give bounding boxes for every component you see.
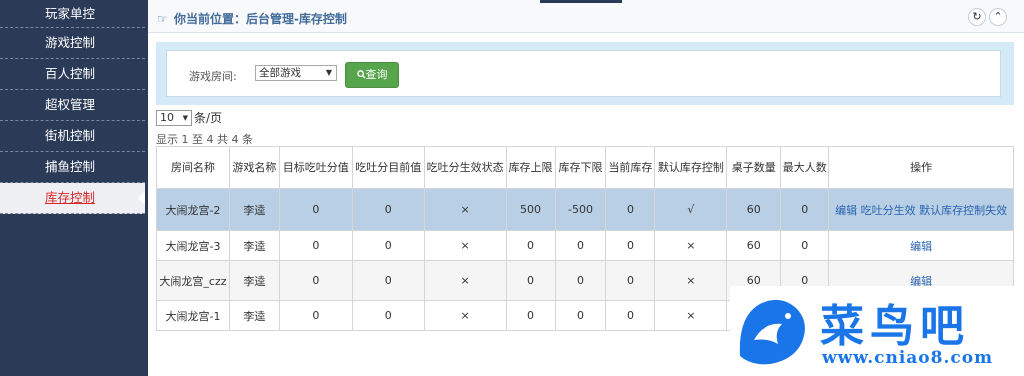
sidebar-item-arcade-control[interactable]: 街机控制 — [0, 121, 145, 152]
filter-panel: 游戏房间: 全部游戏 ▼ 查询 — [156, 42, 1014, 105]
table-cell: × — [654, 300, 728, 331]
page-size-select[interactable]: 10 ▼ — [156, 109, 192, 126]
column-header: 操作 — [828, 146, 1014, 189]
column-header[interactable]: 吃吐分目前值 — [351, 146, 425, 189]
table-cell: 李逵 — [228, 230, 280, 261]
watermark-title: 菜鸟吧 — [820, 301, 970, 352]
table-cell: × — [423, 260, 507, 301]
breadcrumb-text: 你当前位置：后台管理-库存控制 — [173, 12, 347, 26]
column-header[interactable]: 游戏名称 — [228, 146, 280, 189]
column-header[interactable]: 库存下限 — [554, 146, 607, 189]
table-cell: 0 — [605, 260, 656, 301]
top-accent-bar — [540, 0, 622, 3]
disable-default-inventory-link[interactable]: 默认库存控制失效 — [919, 204, 1007, 217]
watermark-logo: 菜鸟吧 www.cniao8.com — [730, 286, 1024, 376]
chevron-down-icon: ▼ — [182, 113, 188, 122]
column-header[interactable]: 目标吃吐分值 — [278, 146, 353, 189]
table-header-row: 房间名称 游戏名称 目标吃吐分值 吃吐分目前值 吃吐分生效状态 库存上限 库存下… — [156, 146, 1014, 189]
bird-logo-icon — [739, 299, 805, 365]
column-header[interactable]: 房间名称 — [156, 146, 230, 189]
sidebar-item-super-admin[interactable]: 超权管理 — [0, 90, 145, 121]
table-cell: 李逵 — [228, 188, 280, 231]
sidebar-item-hundred-control[interactable]: 百人控制 — [0, 59, 145, 90]
table-actions: 编辑 — [828, 230, 1014, 261]
table-cell: × — [654, 230, 728, 261]
table-cell: 500 — [505, 188, 556, 231]
table-cell: 60 — [726, 230, 782, 261]
table-cell: 0 — [780, 188, 830, 231]
table-cell: 0 — [351, 300, 425, 331]
table-cell: 大闹龙宫-3 — [156, 230, 230, 261]
table-cell: × — [423, 230, 507, 261]
enable-eat-spit-link[interactable]: 吃吐分生效 — [861, 204, 916, 217]
table-cell: 0 — [605, 230, 656, 261]
sidebar: 玩家单控 游戏控制 百人控制 超权管理 街机控制 捕鱼控制 库存控制 — [0, 0, 145, 376]
query-button[interactable]: 查询 — [345, 62, 399, 88]
game-room-select-value: 全部游戏 — [259, 67, 301, 79]
refresh-icon[interactable]: ↻ — [968, 8, 986, 26]
sidebar-item-fishing-control[interactable]: 捕鱼控制 — [0, 152, 145, 183]
query-button-label: 查询 — [365, 68, 388, 81]
table-cell: 0 — [278, 230, 353, 261]
table-row[interactable]: 大闹龙宫-2 李逵 0 0 × 500 -500 0 √ 60 0 编辑 吃吐分… — [156, 188, 1014, 231]
table-cell: 0 — [278, 188, 353, 231]
chevron-down-icon: ▼ — [325, 68, 332, 77]
column-header[interactable]: 吃吐分生效状态 — [423, 146, 507, 189]
column-header[interactable]: 最大人数 — [780, 146, 830, 189]
page-size-label: 条/页 — [194, 111, 223, 125]
sidebar-item-game-control[interactable]: 游戏控制 — [0, 28, 145, 59]
table-cell: 大闹龙宫_czz — [156, 260, 230, 301]
table-cell: 0 — [554, 300, 607, 331]
game-room-select[interactable]: 全部游戏 ▼ — [255, 65, 337, 81]
sidebar-item-inventory-control[interactable]: 库存控制 — [0, 183, 145, 214]
table-cell: 0 — [351, 230, 425, 261]
game-room-label: 游戏房间: — [189, 70, 237, 83]
table-cell: 60 — [726, 188, 782, 231]
table-cell: 大闹龙宫-1 — [156, 300, 230, 331]
table-info: 显示 1 至 4 共 4 条 — [156, 133, 253, 146]
sidebar-item-label: 库存控制 — [45, 190, 96, 205]
table-cell: 0 — [278, 260, 353, 301]
column-header[interactable]: 桌子数量 — [726, 146, 782, 189]
table-cell: -500 — [554, 188, 607, 231]
active-caret-icon — [138, 191, 145, 205]
edit-link[interactable]: 编辑 — [910, 240, 932, 253]
table-cell: 0 — [554, 260, 607, 301]
collapse-icon[interactable]: ⌃ — [989, 8, 1007, 26]
table-cell: × — [654, 260, 728, 301]
watermark-url: www.cniao8.com — [822, 348, 994, 368]
search-icon — [356, 70, 366, 79]
table-actions: 编辑 吃吐分生效 默认库存控制失效 — [828, 188, 1014, 231]
column-header[interactable]: 库存上限 — [505, 146, 556, 189]
table-cell: 0 — [605, 300, 656, 331]
table-cell: 0 — [554, 230, 607, 261]
breadcrumb: ☞ 你当前位置：后台管理-库存控制 — [157, 10, 347, 27]
page-size-value: 10 — [160, 110, 174, 124]
table-cell: 0 — [505, 230, 556, 261]
table-cell: 0 — [505, 300, 556, 331]
table-cell: × — [423, 300, 507, 331]
page-size-row: 10 ▼ 条/页 — [156, 109, 223, 126]
table-cell: 0 — [351, 188, 425, 231]
pointing-hand-icon: ☞ — [157, 12, 168, 26]
table-cell: 李逵 — [228, 300, 280, 331]
column-header[interactable]: 默认库存控制 — [654, 146, 728, 189]
table-cell: √ — [654, 188, 728, 231]
table-row[interactable]: 大闹龙宫-3 李逵 0 0 × 0 0 0 × 60 0 编辑 — [156, 230, 1014, 261]
column-header[interactable]: 当前库存 — [605, 146, 656, 189]
table-cell: 0 — [780, 230, 830, 261]
table-cell: 0 — [505, 260, 556, 301]
edit-link[interactable]: 编辑 — [835, 204, 857, 217]
table-cell: 0 — [351, 260, 425, 301]
filter-box: 游戏房间: 全部游戏 ▼ 查询 — [166, 50, 1001, 97]
table-cell: 大闹龙宫-2 — [156, 188, 230, 231]
top-bar: ☞ 你当前位置：后台管理-库存控制 ↻ ⌃ — [148, 0, 1024, 33]
table-cell: 李逵 — [228, 260, 280, 301]
table-cell: × — [423, 188, 507, 231]
table-cell: 0 — [605, 188, 656, 231]
table-cell: 0 — [278, 300, 353, 331]
sidebar-item-player-control[interactable]: 玩家单控 — [0, 0, 145, 28]
